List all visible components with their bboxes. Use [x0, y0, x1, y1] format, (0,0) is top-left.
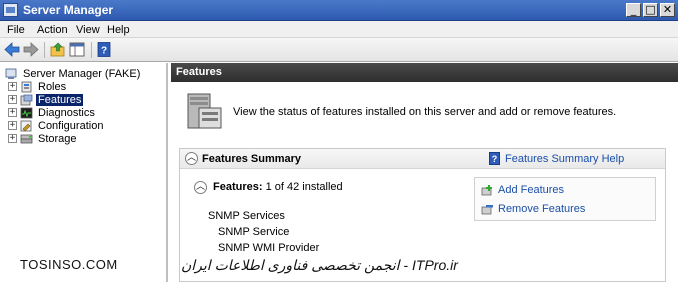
features-summary-header: ︿ Features Summary ? Features Summary He… [180, 149, 665, 169]
watermark-right: ITPro.ir - انجمن تخصصی فناوری اطلاعات ای… [181, 257, 458, 273]
expand-icon[interactable]: + [8, 121, 17, 130]
collapse-features-icon[interactable]: ︿ [194, 181, 207, 194]
toolbar-separator [44, 42, 45, 58]
expand-icon[interactable]: + [8, 82, 17, 91]
tree-item-roles[interactable]: + Roles [8, 80, 68, 93]
window-title: Server Manager [23, 3, 114, 17]
tree-item-storage[interactable]: + Storage [8, 132, 79, 145]
tree-item-configuration[interactable]: + Configuration [8, 119, 105, 132]
forward-arrow-icon[interactable] [23, 42, 39, 57]
watermark-left: TOSINSO.COM [20, 257, 118, 272]
svg-text:?: ? [101, 46, 107, 57]
features-status-line: Features: 1 of 42 installed [213, 181, 343, 193]
tree-root-label: Server Manager (FAKE) [23, 67, 141, 80]
show-hide-tree-icon[interactable] [69, 42, 85, 57]
menu-view[interactable]: View [76, 24, 100, 36]
installed-feature-snmp-wmi-provider: SNMP WMI Provider [218, 242, 320, 254]
content-header: Features [171, 63, 678, 82]
menu-bar: File Action View Help [0, 21, 678, 38]
installed-feature-snmp-services: SNMP Services [208, 210, 285, 222]
server-icon [5, 68, 17, 79]
tree-item-label: Roles [38, 80, 67, 93]
tree-root-server-manager[interactable]: Server Manager (FAKE) [5, 67, 142, 80]
remove-features-label: Remove Features [498, 203, 586, 215]
features-summary-title: Features Summary [202, 153, 302, 165]
content-pane: View the status of features installed on… [171, 82, 678, 282]
add-features-link[interactable]: Add Features [481, 184, 564, 196]
window-titlebar[interactable]: Server Manager _ □ ✕ [0, 0, 678, 21]
tree-item-label: Features [36, 93, 84, 106]
features-summary-help-link[interactable]: Features Summary Help [505, 153, 624, 165]
maximize-button[interactable]: □ [643, 3, 658, 17]
installed-feature-snmp-service: SNMP Service [218, 226, 290, 238]
add-features-label: Add Features [498, 184, 565, 196]
tree-item-label: Storage [38, 132, 77, 145]
storage-icon [20, 134, 33, 143]
expand-icon[interactable]: + [8, 108, 17, 117]
diagnostics-icon [20, 107, 33, 118]
toolbar: ? [0, 38, 678, 62]
up-folder-icon[interactable] [50, 42, 66, 57]
roles-icon [21, 81, 32, 92]
remove-features-icon [481, 204, 493, 214]
features-large-icon [187, 93, 222, 129]
expand-icon[interactable]: + [8, 134, 17, 143]
help-book-icon: ? [489, 152, 500, 165]
features-icon [20, 94, 33, 105]
menu-action[interactable]: Action [37, 24, 68, 36]
toolbar-separator [91, 42, 92, 58]
features-label: Features: [213, 181, 263, 193]
collapse-summary-icon[interactable]: ︿ [185, 152, 198, 165]
features-tasks-panel: Add Features Remove Features [474, 177, 656, 221]
tree-item-features[interactable]: + Features [8, 93, 84, 106]
back-arrow-icon[interactable] [4, 42, 20, 57]
remove-features-link[interactable]: Remove Features [481, 203, 585, 215]
minimize-button[interactable]: _ [626, 3, 641, 17]
intro-description: View the status of features installed on… [233, 106, 617, 118]
tree-item-diagnostics[interactable]: + Diagnostics [8, 106, 97, 119]
server-manager-app-icon [3, 3, 18, 17]
menu-help[interactable]: Help [107, 24, 130, 36]
configuration-icon [20, 120, 32, 131]
help-icon[interactable]: ? [96, 42, 112, 57]
close-button[interactable]: ✕ [660, 3, 675, 17]
navigation-tree: Server Manager (FAKE) + Roles + Features… [0, 63, 168, 282]
menu-file[interactable]: File [7, 24, 25, 36]
add-features-icon [481, 184, 492, 195]
tree-item-label: Diagnostics [38, 106, 95, 119]
expand-icon[interactable]: + [8, 95, 17, 104]
features-count: 1 of 42 installed [265, 181, 343, 193]
tree-item-label: Configuration [38, 119, 104, 132]
